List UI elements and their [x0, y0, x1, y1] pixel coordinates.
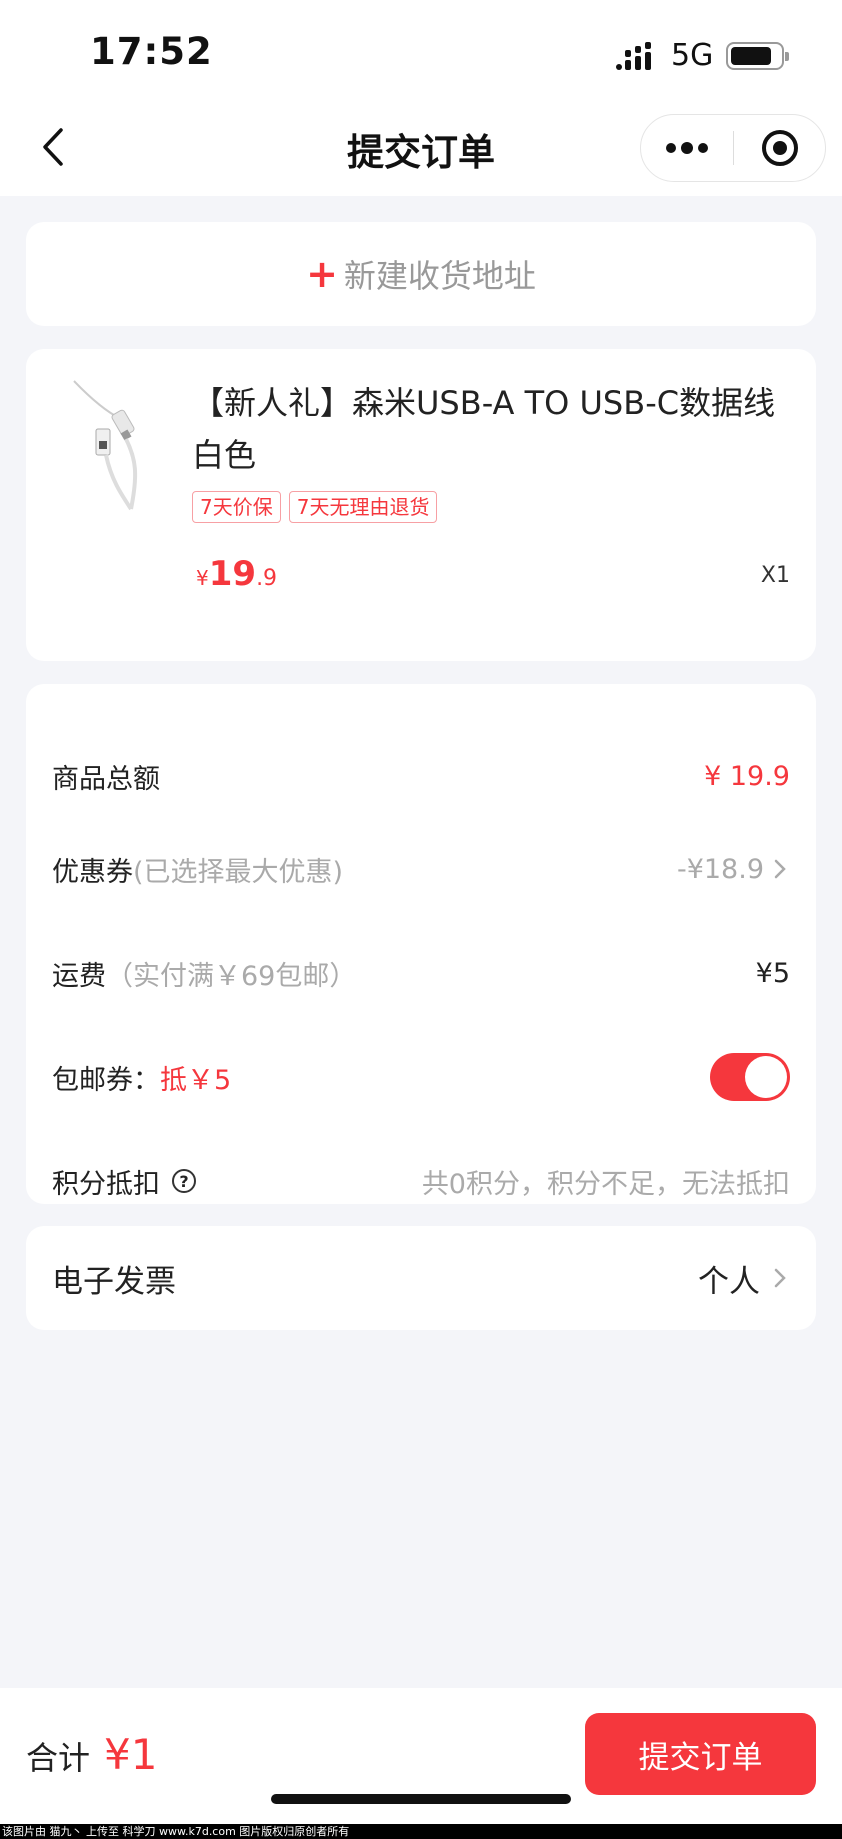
toggle-knob	[745, 1056, 787, 1098]
product-quantity: X1	[760, 563, 790, 588]
watermark-text: 该图片由 猫九丶 上传至 科学刀 www.k7d.com 图片版权归原创者所有	[0, 1824, 842, 1839]
tag-price-protection: 7天价保	[192, 491, 281, 523]
invoice-row[interactable]: 电子发票 个人	[26, 1226, 816, 1330]
product-title: 【新人礼】森米USB-A TO USB-C数据线 白色	[192, 384, 776, 474]
points-label: 积分抵扣	[52, 1168, 160, 1200]
price-currency: ¥	[196, 566, 209, 590]
goods-total-row: 商品总额 ¥ 19.9	[52, 746, 790, 806]
more-dots-icon	[666, 142, 708, 154]
status-bar: 17:52 5G	[0, 0, 842, 100]
free-shipping-toggle[interactable]	[710, 1053, 790, 1101]
total-label: 合计	[26, 1739, 91, 1777]
signal-icon	[616, 42, 651, 70]
coupon-row[interactable]: 优惠券(已选择最大优惠) -¥18.9	[52, 839, 790, 899]
submit-order-button[interactable]: 提交订单	[585, 1713, 816, 1795]
price-integer: 19	[208, 554, 257, 594]
shipping-note: （实付满￥69包邮）	[106, 960, 357, 992]
order-summary-card: 商品总额 ¥ 19.9 优惠券(已选择最大优惠) -¥18.9 运费（实付满￥6…	[26, 684, 816, 1204]
tag-free-return: 7天无理由退货	[288, 491, 438, 523]
goods-total-label: 商品总额	[52, 763, 160, 795]
coupon-value: -¥18.9	[676, 853, 764, 885]
close-mini-program-button[interactable]	[734, 115, 826, 181]
new-address-button[interactable]: + 新建收货地址	[26, 222, 816, 326]
chevron-right-icon	[774, 1268, 786, 1288]
battery-icon	[726, 42, 789, 70]
shipping-label: 运费	[52, 960, 106, 992]
order-total: 合计 ¥1	[26, 1730, 157, 1779]
product-price: ¥19.9	[196, 554, 277, 594]
invoice-value: 个人	[698, 1263, 760, 1300]
product-thumbnail	[73, 380, 138, 511]
price-decimal: .9	[256, 566, 278, 591]
goods-total-value: ¥ 19.9	[704, 760, 790, 792]
network-type: 5G	[671, 38, 714, 73]
mini-program-capsule	[640, 114, 826, 182]
invoice-label: 电子发票	[52, 1263, 176, 1300]
total-amount: ¥1	[104, 1730, 158, 1779]
more-button[interactable]	[641, 115, 733, 181]
free-shipping-coupon-amount: 抵￥5	[160, 1064, 232, 1096]
coupon-label: 优惠券	[52, 856, 133, 888]
free-shipping-coupon-row: 包邮券：抵￥5	[52, 1047, 790, 1107]
product-tags: 7天价保 7天无理由退货	[192, 491, 438, 523]
product-card: 【新人礼】森米USB-A TO USB-C数据线 白色 7天价保 7天无理由退货…	[26, 349, 816, 661]
points-row: 积分抵扣? 共0积分，积分不足，无法抵扣	[52, 1151, 790, 1211]
free-shipping-coupon-label: 包邮券：	[52, 1064, 160, 1096]
chevron-right-icon	[774, 859, 786, 879]
plus-icon: +	[306, 252, 338, 296]
coupon-note: (已选择最大优惠)	[133, 856, 344, 888]
new-address-label: 新建收货地址	[343, 257, 536, 295]
status-time: 17:52	[90, 30, 213, 73]
points-value: 共0积分，积分不足，无法抵扣	[421, 1168, 790, 1200]
shipping-row: 运费（实付满￥69包邮） ¥5	[52, 943, 790, 1003]
nav-bar: 提交订单	[0, 100, 842, 196]
home-indicator	[271, 1794, 571, 1804]
help-icon[interactable]: ?	[172, 1169, 196, 1193]
shipping-value: ¥5	[755, 957, 790, 989]
target-circle-icon	[762, 130, 798, 166]
